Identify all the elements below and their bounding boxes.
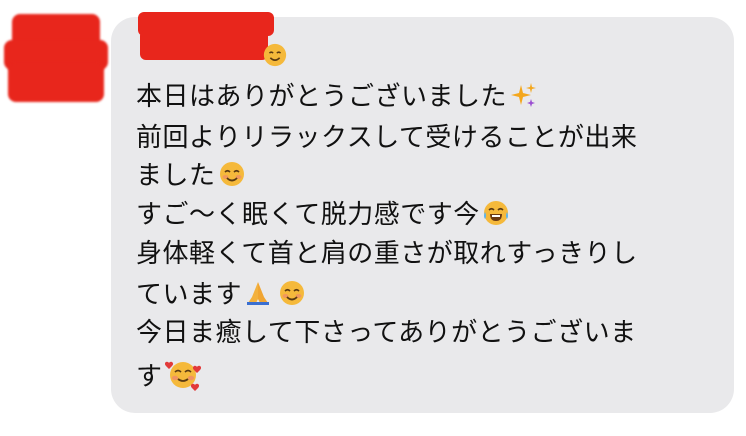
avatar: [4, 14, 116, 110]
message-line: 前回よりリラックスして受けることが出来: [136, 122, 637, 154]
message-line-text: すご〜く眠くて脱力感です今: [136, 200, 480, 230]
folded-hands-icon: [244, 279, 272, 307]
message-line: 今日ま癒して下さってありがとうございま: [136, 317, 637, 349]
message-line: 身体軽くて首と肩の重さが取れすっきりし: [136, 238, 638, 270]
message-line-text: 今日ま癒して下さってありがとうございま: [136, 318, 637, 348]
tears-of-joy-icon: [482, 199, 510, 227]
smiling-face-icon: [218, 160, 246, 188]
message-line-text: 本日はありがとうございました: [136, 82, 508, 112]
message-line: すご〜く眠くて脱力感です今: [136, 199, 510, 231]
chat-screen: 本日はありがとうございました 前回よりリラックスして受けることが出来 ました す…: [0, 0, 746, 436]
message-line: ています: [136, 279, 306, 311]
message-line-text: ています: [136, 280, 243, 310]
message-line-text: ました: [136, 161, 216, 191]
smiling-face-icon: [278, 279, 306, 307]
sparkles-icon: [509, 81, 537, 109]
message-line-text: 身体軽くて首と肩の重さが取れすっきりし: [136, 239, 638, 269]
message-line: 本日はありがとうございました: [136, 81, 537, 113]
message-line: す: [136, 357, 201, 393]
message-line-text: す: [136, 362, 163, 392]
smiling-face-with-hearts-icon: [164, 357, 201, 393]
smiling-face-icon: [262, 42, 288, 68]
message-line: ました: [136, 160, 246, 192]
sender-name: [138, 12, 274, 60]
message-line-text: 前回よりリラックスして受けることが出来: [136, 123, 638, 153]
